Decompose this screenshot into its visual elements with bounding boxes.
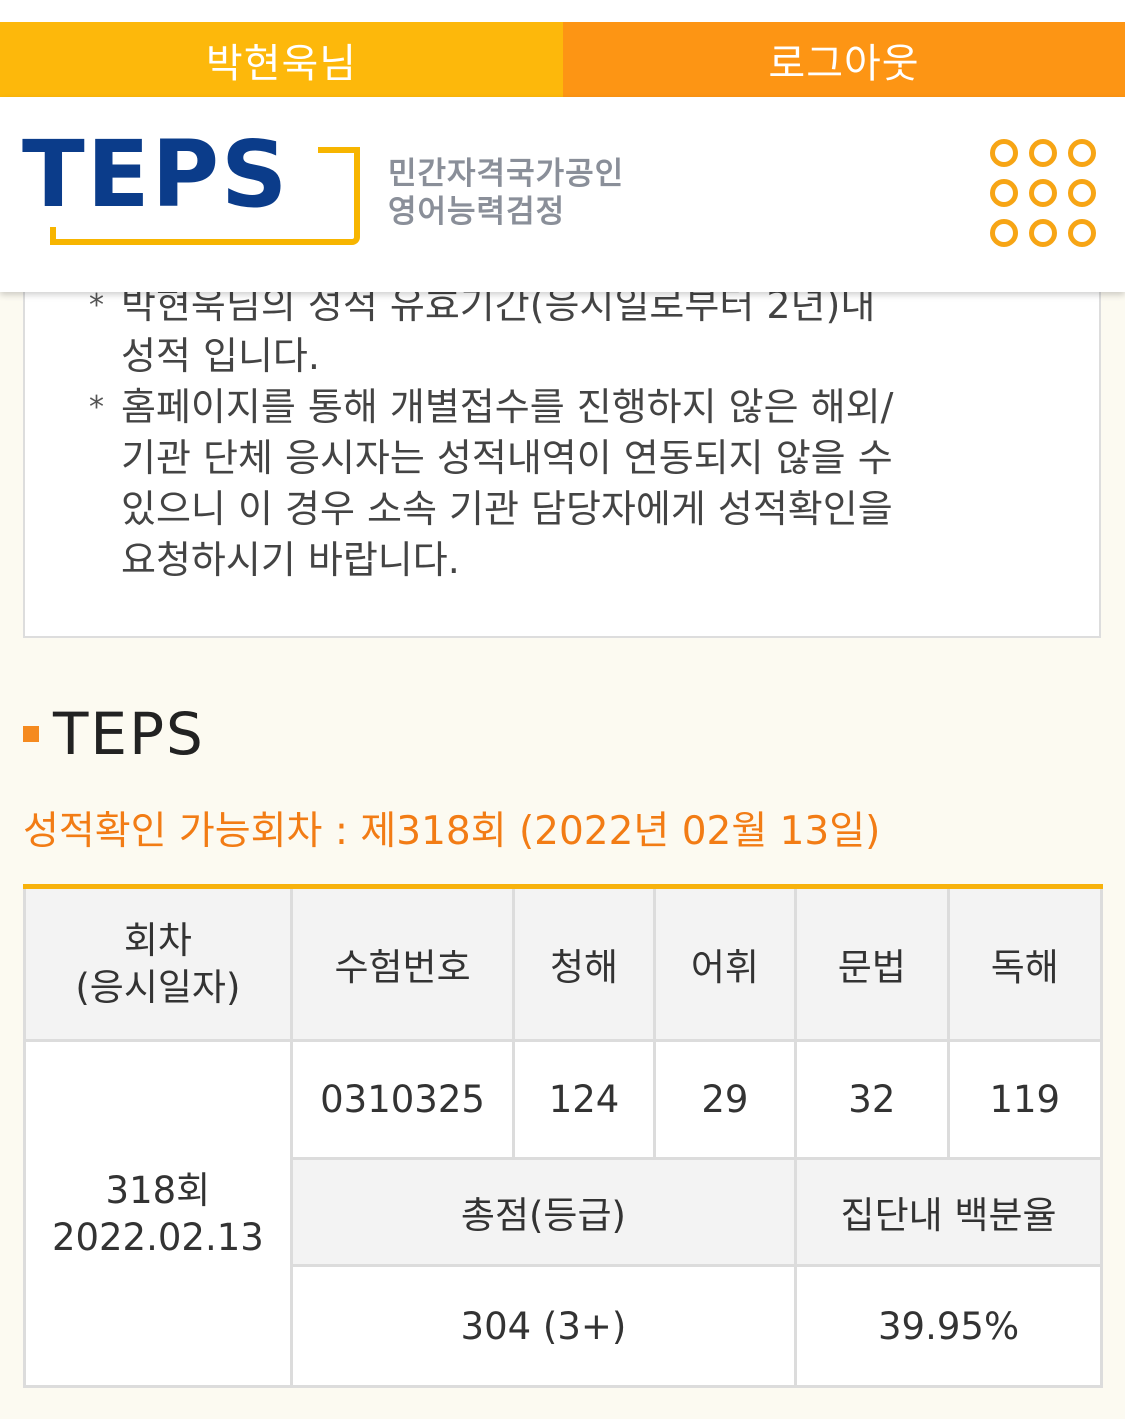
notice-box: * 박현욱님의 성적 유효기간(응시일로부터 2년)내 성적 입니다. * 홈페…	[23, 260, 1101, 638]
status-strip	[0, 0, 1125, 22]
bullet-star: *	[89, 390, 104, 425]
logo-bracket-top	[318, 147, 358, 153]
cell-percentile: 39.95%	[794, 1264, 1103, 1388]
menu-dot	[990, 139, 1018, 167]
notice-item-1: * 박현욱님의 성적 유효기간(응시일로부터 2년)내 성적 입니다.	[89, 280, 1009, 382]
cell-total: 304 (3+)	[289, 1264, 798, 1388]
header-total: 총점(등급)	[289, 1157, 798, 1267]
table-header-row: 회차 (응시일자) 수험번호 청해 어휘 문법 독해	[23, 885, 1104, 1042]
cell-vocabulary: 29	[652, 1039, 798, 1160]
header-session: 회차 (응시일자)	[23, 885, 293, 1042]
logo-text: TEPS	[22, 121, 290, 228]
site-header: TEPS 민간자격국가공인 영어능력검정	[0, 97, 1125, 292]
tagline-line-2: 영어능력검정	[388, 194, 566, 230]
header-listening: 청해	[512, 885, 656, 1042]
header-grammar: 문법	[794, 885, 950, 1042]
grid-menu-icon[interactable]	[990, 139, 1102, 247]
section-title: TEPS	[53, 700, 205, 768]
logout-button[interactable]: 로그아웃	[563, 22, 1125, 97]
score-table: 회차 (응시일자) 수험번호 청해 어휘 문법 독해 318회 2022.02.…	[23, 884, 1104, 1388]
section-heading: TEPS	[23, 700, 205, 768]
cell-listening: 124	[512, 1039, 656, 1160]
menu-dot	[1068, 139, 1096, 167]
cell-grammar: 32	[794, 1039, 950, 1160]
cell-exam-number: 0310325	[289, 1039, 516, 1160]
header-vocabulary: 어휘	[652, 885, 798, 1042]
table-row: 318회 2022.02.13 0310325 124 29 32 119	[23, 1039, 1104, 1388]
cell-reading: 119	[946, 1039, 1104, 1160]
header-percentile: 집단내 백분율	[794, 1157, 1103, 1267]
notice-item-2-text: 홈페이지를 통해 개별접수를 진행하지 않은 해외/ 기관 단체 응시자는 성적…	[121, 385, 894, 582]
logo-tagline: 민간자격국가공인 영어능력검정	[388, 155, 624, 231]
top-bar: 박현욱님 로그아웃	[0, 22, 1125, 97]
notice-item-1-text: 성적 입니다.	[121, 334, 320, 378]
notice-text: * 박현욱님의 성적 유효기간(응시일로부터 2년)내 성적 입니다. * 홈페…	[89, 280, 1009, 586]
square-bullet-icon	[23, 726, 39, 742]
menu-dot	[990, 219, 1018, 247]
tagline-line-1: 민간자격국가공인	[388, 156, 625, 192]
menu-dot	[1029, 219, 1057, 247]
logo-bracket-stub	[50, 227, 56, 245]
user-name-button[interactable]: 박현욱님	[0, 22, 563, 97]
header-reading: 독해	[946, 885, 1104, 1042]
menu-dot	[1029, 179, 1057, 207]
header-exam-number: 수험번호	[289, 885, 516, 1042]
available-session-text: 성적확인 가능회차 : 제318회 (2022년 02월 13일)	[23, 809, 881, 854]
menu-dot	[1068, 179, 1096, 207]
menu-dot	[1029, 139, 1057, 167]
teps-logo[interactable]: TEPS	[22, 129, 362, 247]
cell-session: 318회 2022.02.13	[23, 1039, 293, 1388]
menu-dot	[990, 179, 1018, 207]
menu-dot	[1068, 219, 1096, 247]
notice-item-2: * 홈페이지를 통해 개별접수를 진행하지 않은 해외/ 기관 단체 응시자는 …	[89, 382, 1009, 586]
